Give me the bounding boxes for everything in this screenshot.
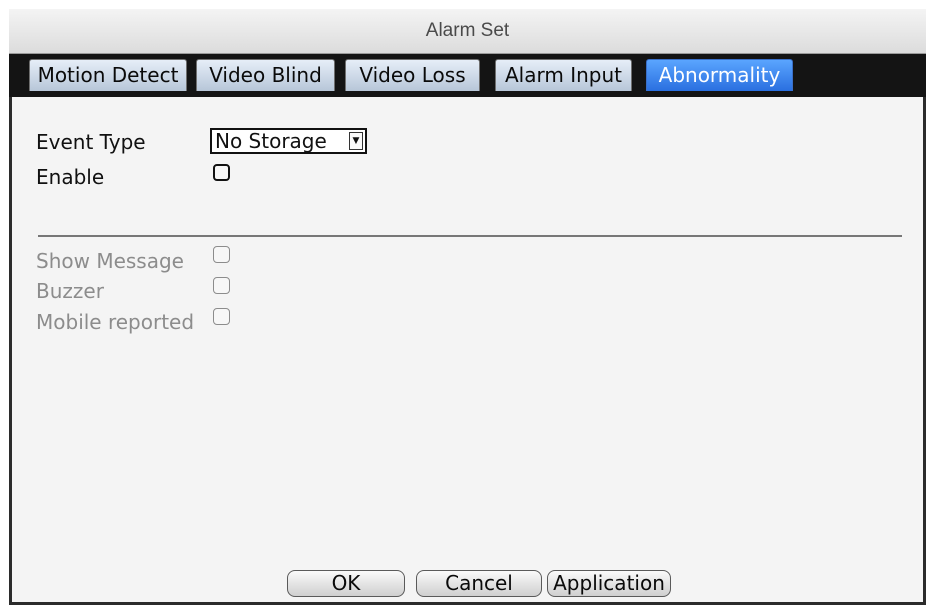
event-type-value: No Storage xyxy=(215,129,327,153)
ok-button[interactable]: OK xyxy=(287,570,405,597)
application-button[interactable]: Application xyxy=(547,570,671,597)
mobile-reported-checkbox[interactable] xyxy=(213,308,230,325)
tab-motion-detect[interactable]: Motion Detect xyxy=(29,59,187,91)
tab-video-loss[interactable]: Video Loss xyxy=(345,59,480,91)
chevron-down-icon[interactable]: ▼ xyxy=(349,132,363,150)
tab-alarm-input[interactable]: Alarm Input xyxy=(495,59,632,91)
enable-checkbox[interactable] xyxy=(213,164,230,181)
cancel-button[interactable]: Cancel xyxy=(416,570,542,597)
tab-video-blind[interactable]: Video Blind xyxy=(196,59,335,91)
enable-label: Enable xyxy=(36,165,105,189)
settings-panel: Event Type No Storage ▼ Enable Show Mess… xyxy=(12,97,923,602)
tab-bar: Motion Detect Video Blind Video Loss Ala… xyxy=(9,54,926,97)
buzzer-label: Buzzer xyxy=(36,279,104,303)
event-type-select[interactable]: No Storage ▼ xyxy=(210,128,367,154)
show-message-label: Show Message xyxy=(36,249,184,273)
alarm-set-window: Alarm Set Motion Detect Video Blind Vide… xyxy=(9,9,926,605)
mobile-reported-label: Mobile reported xyxy=(36,310,195,334)
tab-abnormality[interactable]: Abnormality xyxy=(646,59,793,91)
section-divider xyxy=(38,235,902,237)
event-type-label: Event Type xyxy=(36,130,146,154)
buzzer-checkbox[interactable] xyxy=(213,277,230,294)
title-bar[interactable]: Alarm Set xyxy=(9,9,926,54)
show-message-checkbox[interactable] xyxy=(213,246,230,263)
window-title: Alarm Set xyxy=(425,20,510,41)
